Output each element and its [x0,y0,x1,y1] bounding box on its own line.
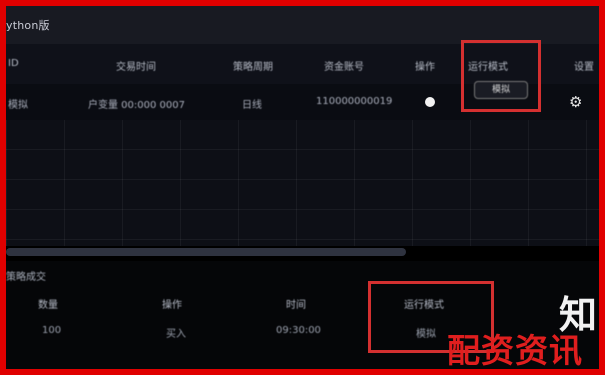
column-header-quantity: 数量 [38,300,58,311]
row-id: 模拟 [8,100,28,111]
row-cycle: 日线 [242,100,262,111]
window-title: ython版 [6,19,50,32]
column-header-time: 时间 [286,300,306,311]
column-header-operate: 操作 [415,62,435,73]
operation-value: 买入 [166,329,186,340]
time-value: 09:30:00 [276,325,321,336]
quantity-value: 100 [42,325,62,336]
gear-icon[interactable]: ⚙ [569,93,582,111]
column-header-cycle: 策略周期 [233,62,273,73]
strategy-window: ython版 ID 交易时间 策略周期 资金账号 操作 运行模式 设置 模拟 户… [6,6,599,246]
column-header-account: 资金账号 [324,62,364,73]
highlight-box-mode: 模拟 [461,40,541,112]
column-header-operation: 操作 [162,300,182,311]
run-radio[interactable] [425,97,435,107]
watermark-text: 配资资讯 [447,331,583,370]
trade-panel-title: 策略成交 [6,272,46,283]
mode-dropdown[interactable]: 模拟 [474,81,528,99]
screenshot-frame: ython版 ID 交易时间 策略周期 资金账号 操作 运行模式 设置 模拟 户… [6,6,599,369]
column-header-time: 交易时间 [116,62,156,73]
window-titlebar: ython版 [6,6,599,44]
column-header-id: ID [8,58,19,69]
row-time: 户变量 00:000 0007 [88,100,185,111]
row-account: 110000000019 [316,96,393,107]
horizontal-scrollbar[interactable] [6,248,406,256]
column-header-settings: 设置 [574,62,594,73]
table-grid [6,120,599,246]
